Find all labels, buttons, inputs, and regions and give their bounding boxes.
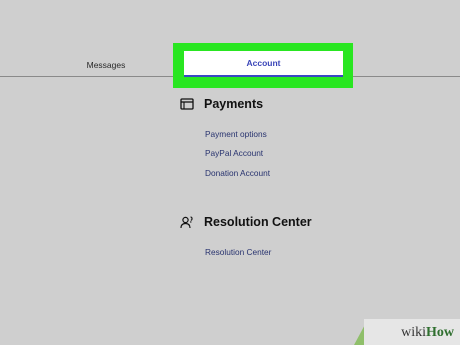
card-icon — [180, 97, 194, 111]
payments-header: Payments — [180, 95, 263, 113]
tab-messages[interactable]: Messages — [66, 58, 146, 72]
link-resolution-center[interactable]: Resolution Center — [205, 246, 271, 258]
resolution-header: Resolution Center — [180, 213, 312, 231]
watermark-text: wikiHow — [401, 325, 454, 341]
watermark-suffix: How — [426, 325, 454, 340]
tab-account[interactable]: Account — [184, 51, 343, 77]
link-payment-options[interactable]: Payment options — [205, 128, 267, 140]
link-paypal-account[interactable]: PayPal Account — [205, 147, 263, 159]
tab-account-label: Account — [246, 58, 281, 68]
wikihow-watermark: wikiHow — [350, 307, 460, 345]
payments-title: Payments — [204, 97, 264, 111]
watermark-prefix: wiki — [401, 325, 426, 340]
link-donation-account[interactable]: Donation Account — [205, 167, 270, 179]
person-help-icon — [180, 215, 194, 229]
resolution-title: Resolution Center — [204, 215, 312, 229]
